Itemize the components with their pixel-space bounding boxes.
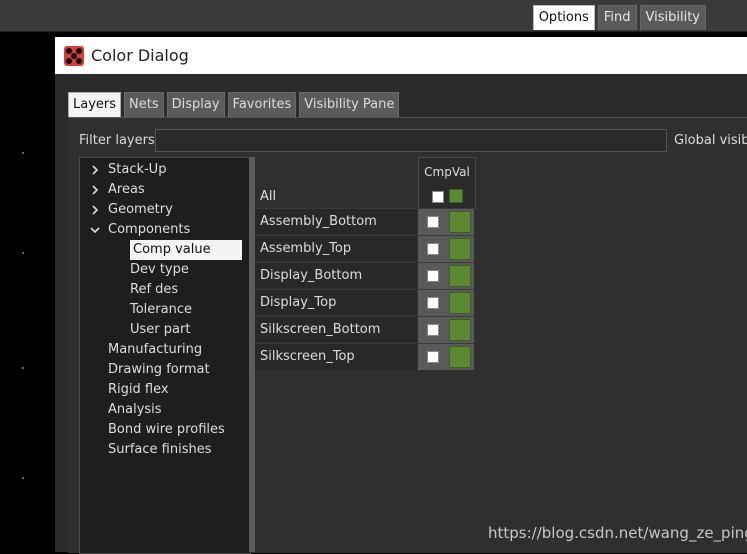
app-icon <box>64 45 84 66</box>
tab-visibility-pane[interactable]: Visibility Pane <box>299 92 400 117</box>
layer-visibility-checkbox[interactable] <box>427 297 439 309</box>
tree-item[interactable]: Dev type <box>130 260 189 280</box>
tree-item[interactable]: Areas <box>92 180 145 200</box>
tree-item-label: Analysis <box>108 402 162 417</box>
tree-item-label: Bond wire profiles <box>108 422 225 437</box>
tab-options[interactable]: Options <box>532 5 595 30</box>
tree-item-label: Rigid flex <box>108 382 169 397</box>
layer-cell <box>418 208 474 235</box>
layer-color-swatch[interactable] <box>449 292 471 314</box>
tab-display[interactable]: Display <box>166 92 225 117</box>
tree-item-label: Drawing format <box>108 362 210 377</box>
layer-row-label: Display_Bottom <box>255 262 417 288</box>
layer-visibility-checkbox[interactable] <box>427 216 439 228</box>
tree-item[interactable]: Analysis <box>108 400 162 420</box>
tree-item[interactable]: Ref des <box>130 280 178 300</box>
layer-color-swatch[interactable] <box>449 346 471 368</box>
all-color-swatch[interactable] <box>449 189 463 203</box>
all-label: All <box>260 189 277 204</box>
chevron-right-icon[interactable] <box>90 160 102 180</box>
column-header-label: CmpVal <box>424 165 470 179</box>
global-visibility-label: Global visibili <box>674 133 747 148</box>
all-visibility-checkbox[interactable] <box>432 191 444 203</box>
layer-row-label: Silkscreen_Bottom <box>255 316 417 342</box>
layer-color-grid: CmpVal All Assembly_Bottom Assembly_Top Di… <box>255 157 476 370</box>
layer-row-label: Silkscreen_Top <box>255 343 417 369</box>
chevron-right-icon[interactable] <box>90 200 102 220</box>
filter-layers-label: Filter layers: <box>79 133 160 148</box>
tree-item-label: Geometry <box>108 202 173 217</box>
layer-row: Silkscreen_Top <box>255 343 474 370</box>
layer-color-swatch[interactable] <box>449 238 471 260</box>
chevron-down-icon[interactable] <box>90 220 102 240</box>
canvas-grid <box>0 32 55 552</box>
tree-item-label: Manufacturing <box>108 342 203 357</box>
tree-item[interactable]: Components <box>90 220 191 240</box>
tree-item-label: Components <box>108 222 191 237</box>
main-toolbar: Options Find Visibility <box>0 0 747 32</box>
layer-row: Silkscreen_Bottom <box>255 316 474 343</box>
tree-item[interactable]: Comp value <box>130 240 242 260</box>
tree-item-label: Comp value <box>133 242 211 257</box>
layer-row: Display_Top <box>255 289 474 316</box>
tab-layers[interactable]: Layers <box>68 92 122 117</box>
layer-cell <box>418 235 474 262</box>
dialog-title: Color Dialog <box>91 46 189 65</box>
layer-visibility-checkbox[interactable] <box>427 243 439 255</box>
chevron-right-icon[interactable] <box>90 180 102 200</box>
tree-item[interactable]: Geometry <box>92 200 173 220</box>
tree-item-label: User part <box>130 322 191 337</box>
tree-item-label: Stack-Up <box>108 162 167 177</box>
tree-item[interactable]: Tolerance <box>130 300 192 320</box>
layer-cell <box>418 343 474 370</box>
layer-cell <box>418 289 474 316</box>
layer-row-label: Assembly_Bottom <box>255 208 417 234</box>
tree-item[interactable]: Rigid flex <box>108 380 169 400</box>
layer-row: Assembly_Top <box>255 235 474 262</box>
tree-item[interactable]: Stack-Up <box>92 160 167 180</box>
layer-cell <box>418 316 474 343</box>
tree-item-label: Surface finishes <box>108 442 212 457</box>
layer-tree[interactable]: Stack-Up Areas Geometry Components Comp valu… <box>79 157 251 554</box>
dialog-tabs: Layers Nets Display Favorites Visibility… <box>68 92 400 117</box>
tree-item[interactable]: User part <box>130 320 190 340</box>
layer-row: Assembly_Bottom <box>255 208 474 235</box>
top-tab-strip: Options Find Visibility <box>532 5 747 30</box>
tab-favorites[interactable]: Favorites <box>227 92 297 117</box>
layer-visibility-checkbox[interactable] <box>427 351 439 363</box>
layer-row-label: Assembly_Top <box>255 235 417 261</box>
tree-item[interactable]: Surface finishes <box>108 440 211 460</box>
layer-color-swatch[interactable] <box>449 265 471 287</box>
layer-row-label: Display_Top <box>255 289 417 315</box>
layer-cell <box>418 262 474 289</box>
layer-visibility-checkbox[interactable] <box>427 270 439 282</box>
layer-visibility-checkbox[interactable] <box>427 324 439 336</box>
layer-row: Display_Bottom <box>255 262 474 289</box>
tree-item-label: Dev type <box>130 262 189 277</box>
tab-find[interactable]: Find <box>597 5 637 30</box>
tree-item[interactable]: Bond wire profiles <box>108 420 225 440</box>
filter-layers-input[interactable] <box>155 129 667 152</box>
tree-item-label: Tolerance <box>130 302 192 317</box>
tree-item-label: Ref des <box>130 282 179 297</box>
watermark: https://blog.csdn.net/wang_ze_ping <box>488 524 747 542</box>
tree-item-label: Areas <box>108 182 145 197</box>
layer-color-swatch[interactable] <box>449 319 471 341</box>
tree-item[interactable]: Drawing format <box>108 360 210 380</box>
tab-nets[interactable]: Nets <box>124 92 164 117</box>
column-header: CmpVal <box>418 157 476 209</box>
tab-visibility[interactable]: Visibility <box>639 5 706 30</box>
dialog-titlebar: Color Dialog <box>55 37 747 74</box>
tree-item[interactable]: Manufacturing <box>108 340 202 360</box>
layer-color-swatch[interactable] <box>449 211 471 233</box>
